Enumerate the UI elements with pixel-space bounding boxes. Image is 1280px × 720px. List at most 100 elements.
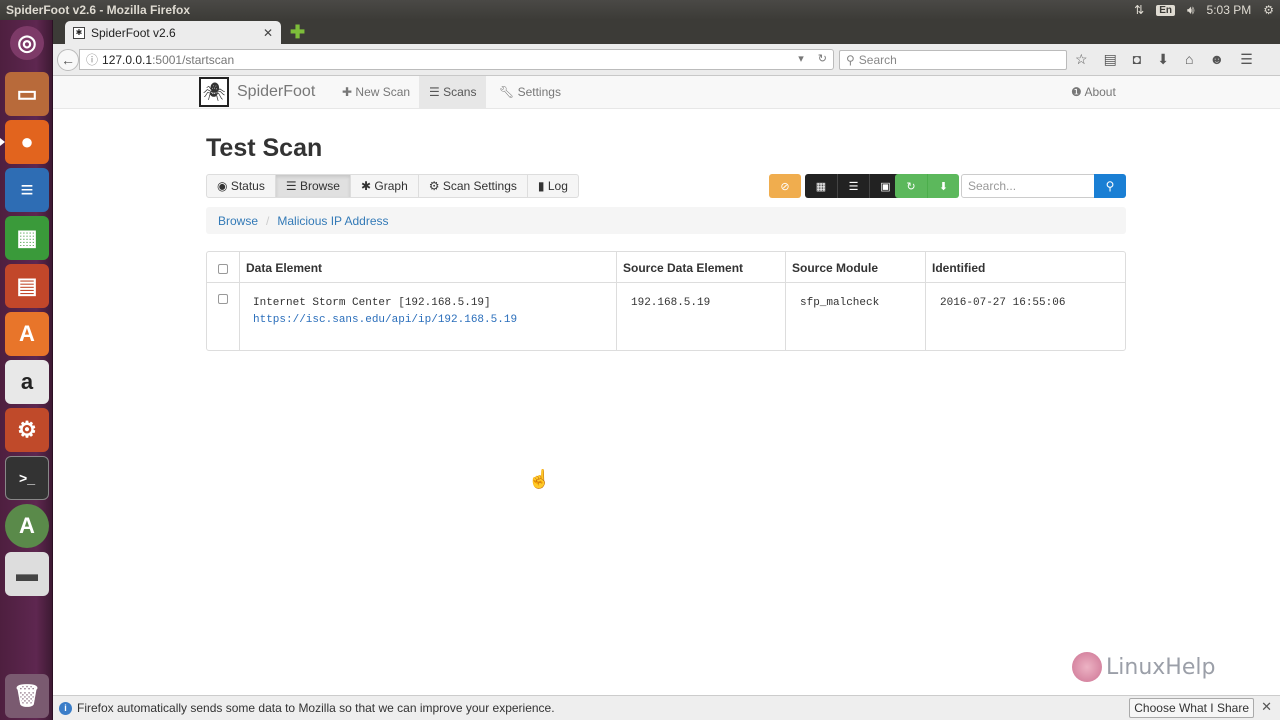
impress-icon[interactable]: ▤ [5, 264, 49, 308]
export-button[interactable]: ⬇ [927, 174, 959, 198]
nav-new-scan[interactable]: ✚ New Scan [332, 76, 420, 109]
tab-browse[interactable]: ☰ Browse [275, 174, 351, 198]
info-circle-icon: ❶ [1071, 85, 1082, 99]
tab-close-icon[interactable]: ✕ [263, 26, 273, 40]
cell-data-link[interactable]: https://isc.sans.edu/api/ip/192.168.5.19 [253, 314, 517, 326]
tab-graph[interactable]: ✱ Graph [350, 174, 419, 198]
menu-hamburger-icon[interactable]: ☰ [1240, 51, 1253, 68]
notification-close-icon[interactable]: ✕ [1261, 699, 1272, 715]
keyboard-layout-indicator[interactable]: En [1156, 4, 1175, 16]
software-updater-icon[interactable]: A [5, 504, 49, 548]
header-data-element[interactable]: Data Element [246, 261, 322, 275]
plus-icon: ✚ [342, 85, 353, 99]
tab-scan-settings[interactable]: ⚙ Scan Settings [418, 174, 528, 198]
browser-toolbar: ☆ ▤ ◘ ⬇ ⌂ ☻ ☰ [1075, 51, 1253, 68]
volume-icon[interactable]: 🔊︎ [1187, 3, 1195, 18]
nav-about[interactable]: ❶ About [1061, 76, 1126, 109]
drive-icon[interactable]: ▬ [5, 552, 49, 596]
header-source-data-element[interactable]: Source Data Element [623, 261, 743, 275]
writer-icon[interactable]: ≡ [5, 168, 49, 212]
row-checkbox[interactable] [218, 294, 228, 304]
tab-status[interactable]: ◉ Status [206, 174, 276, 198]
cell-source-data-element: 192.168.5.19 [631, 297, 711, 309]
header-source-module[interactable]: Source Module [792, 261, 878, 275]
search-button[interactable]: ⚲ [1094, 174, 1126, 198]
reload-icon[interactable]: ↻ [818, 52, 827, 65]
cell-source-module: sfp_malcheck [800, 297, 880, 309]
home-icon[interactable]: ⌂ [1185, 51, 1193, 68]
url-path: :5001/startscan [152, 52, 235, 67]
clock[interactable]: 5:03 PM [1207, 3, 1252, 17]
nav-settings-label: Settings [517, 85, 561, 99]
trash-icon[interactable]: 🗑︎ [5, 674, 49, 718]
hello-chat-icon[interactable]: ☻ [1209, 51, 1224, 68]
download-icon[interactable]: ⬇ [1157, 51, 1169, 68]
results-search-placeholder: Search... [968, 179, 1017, 193]
info-icon: i [59, 701, 72, 715]
url-dropdown-icon[interactable]: ▾ [798, 52, 804, 65]
choose-what-i-share-button[interactable]: Choose What I Share [1129, 698, 1254, 718]
book-icon: ▮ [537, 179, 545, 193]
breadcrumb-browse[interactable]: Browse [218, 214, 258, 228]
back-arrow-icon[interactable]: ← [57, 49, 79, 71]
select-all-checkbox[interactable] [218, 264, 228, 274]
browser-search-placeholder: Search [858, 53, 897, 67]
tab-log-label: Log [547, 179, 568, 193]
notification-text: Firefox automatically sends some data to… [77, 701, 555, 715]
firefox-icon[interactable]: ● [0, 120, 49, 164]
browser-tab[interactable]: ✱ SpiderFoot v2.6 ✕ [65, 21, 281, 44]
refresh-button[interactable]: ↻ [895, 174, 927, 198]
info-icon[interactable]: ⓘ [86, 51, 98, 68]
tab-scan-settings-label: Scan Settings [442, 179, 517, 193]
linuxhelp-logo-icon [1072, 652, 1102, 682]
bookmark-star-icon[interactable]: ☆ [1075, 51, 1088, 68]
nav-scans[interactable]: ☰ Scans [419, 76, 487, 109]
header-identified[interactable]: Identified [932, 261, 985, 275]
asterisk-icon: ✱ [360, 179, 372, 193]
ubuntu-icon[interactable]: ◎ [10, 26, 44, 60]
browser-search-input[interactable]: ⚲ Search [839, 50, 1067, 70]
col-divider [616, 252, 617, 350]
tab-browse-label: Browse [299, 179, 340, 193]
grid-view-button[interactable]: ▦ [805, 174, 837, 198]
filter-ban-button[interactable]: ⊘ [769, 174, 801, 198]
list-icon: ☰ [848, 180, 859, 193]
system-tray: ⇅ En 🔊︎ 5:03 PM ⚙ [1134, 0, 1274, 20]
system-settings-icon[interactable]: ⚙ [5, 408, 49, 452]
tab-log[interactable]: ▮ Log [527, 174, 579, 198]
pocket-icon[interactable]: ◘ [1133, 51, 1141, 68]
spiderfoot-navbar: 🕷︎ SpiderFoot ✚ New Scan ☰ Scans 🔧︎ Sett… [53, 76, 1280, 109]
scan-tabs: ◉ Status ☰ Browse ✱ Graph ⚙ Scan Setting… [206, 174, 579, 198]
new-tab-plus-icon[interactable]: ✚ [290, 22, 305, 43]
power-gear-icon[interactable]: ⚙ [1263, 3, 1274, 17]
search-icon: ⚲ [846, 53, 855, 67]
software-center-icon[interactable]: A [5, 312, 49, 356]
tab-status-label: Status [230, 179, 265, 193]
cell-identified: 2016-07-27 16:55:06 [940, 297, 1066, 309]
terminal-icon[interactable]: >_ [5, 456, 49, 500]
reading-list-icon[interactable]: ▤ [1104, 51, 1117, 68]
ban-icon: ⊘ [780, 180, 790, 193]
header-separator [207, 282, 1125, 283]
wrench-icon: 🔧︎ [499, 85, 515, 99]
nav-new-scan-label: New Scan [355, 85, 411, 99]
network-icon[interactable]: ⇅ [1134, 3, 1144, 17]
window-title: SpiderFoot v2.6 - Mozilla Firefox [6, 3, 191, 17]
nav-settings[interactable]: 🔧︎ Settings [489, 76, 571, 109]
brand-name: SpiderFoot [237, 83, 316, 100]
eye-icon: ◉ [217, 179, 228, 193]
search-icon: ⚲ [1105, 179, 1115, 193]
grid-icon: ▦ [815, 180, 827, 193]
amazon-icon[interactable]: a [5, 360, 49, 404]
files-icon[interactable]: ▭ [5, 72, 49, 116]
breadcrumb: Browse / Malicious IP Address [206, 207, 1126, 234]
nav-scans-label: Scans [443, 85, 477, 99]
brand[interactable]: 🕷︎ SpiderFoot [199, 77, 315, 107]
watermark: LinuxHelp [1072, 652, 1215, 682]
results-search-input[interactable]: Search... [961, 174, 1095, 198]
url-bar[interactable]: ⓘ 127.0.0.1 :5001/startscan ▾ ↻ [79, 49, 834, 70]
list-view-button[interactable]: ☰ [837, 174, 869, 198]
calc-icon[interactable]: ▦ [5, 216, 49, 260]
breadcrumb-malicious-ip[interactable]: Malicious IP Address [277, 214, 388, 228]
view-button-group: ▦ ☰ ▣ [805, 174, 901, 198]
